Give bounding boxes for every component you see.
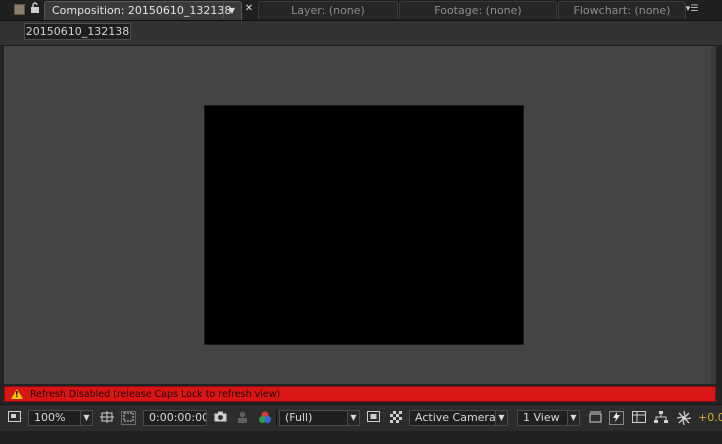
composition-viewer[interactable] [4,46,716,384]
show-snapshot-icon[interactable] [235,411,250,425]
tab-flowchart[interactable]: Flowchart: (none) [558,1,686,19]
always-preview-icon[interactable] [7,411,22,425]
view-layout-select[interactable]: 1 View [517,410,569,426]
warning-icon: ! [11,389,23,399]
tab-layer[interactable]: Layer: (none) [258,1,398,19]
tab-footage[interactable]: Footage: (none) [399,1,557,19]
chevron-down-icon[interactable]: ▼ [495,410,508,426]
chevron-down-icon[interactable]: ▼ [223,3,240,18]
viewer-scrollbar[interactable] [711,46,716,384]
viewer-toolbar: 100% ▼ 0:00:00:00 (Full) ▼ Active Camera… [0,404,722,431]
refresh-warning-bar: ! Refresh Disabled (release Caps Lock to… [4,386,716,402]
current-time-field[interactable]: 0:00:00:00 [143,410,207,426]
comp-breadcrumb[interactable]: 20150610_132138 [24,23,131,40]
lock-icon[interactable] [28,2,42,17]
exposure-value[interactable]: +0.0 [698,411,722,425]
safe-margins-icon[interactable] [121,411,136,425]
fast-draft-icon[interactable] [609,411,624,425]
chevron-down-icon[interactable]: ▼ [347,410,360,426]
magnification-select[interactable]: 100% [28,410,82,426]
region-of-interest-icon[interactable] [99,411,114,425]
fast-previews-icon[interactable] [366,411,381,425]
panel-tab-bar: Composition: 20150610_132138 ▼ ✕ Layer: … [0,0,722,21]
chevron-down-icon[interactable]: ▼ [80,410,93,426]
camera-view-select[interactable]: Active Camera [409,410,497,426]
resolution-select[interactable]: (Full) [279,410,349,426]
reset-exposure-icon[interactable] [676,410,691,426]
comp-navigator: 20150610_132138 [0,21,722,46]
transparency-grid-icon[interactable] [388,411,403,425]
camera-snapshot-icon[interactable] [213,411,228,425]
panel-menu-icon[interactable]: ▾☰ [683,3,701,16]
close-icon[interactable]: ✕ [243,2,255,16]
tab-composition[interactable]: Composition: 20150610_132138 ▼ [44,1,242,20]
panel-footer [0,431,722,444]
pixel-aspect-icon[interactable] [588,411,603,425]
refresh-warning-text: Refresh Disabled (release Caps Lock to r… [30,389,281,400]
flowchart-icon[interactable] [653,411,668,425]
panel-color-swatch[interactable] [14,4,25,15]
timeline-icon[interactable] [631,411,646,425]
rgb-channels-icon[interactable] [257,411,272,425]
composition-frame[interactable] [204,105,524,345]
tab-composition-label: Composition: 20150610_132138 [52,4,232,17]
chevron-down-icon[interactable]: ▼ [567,410,580,426]
toolbar-separator [276,410,277,426]
